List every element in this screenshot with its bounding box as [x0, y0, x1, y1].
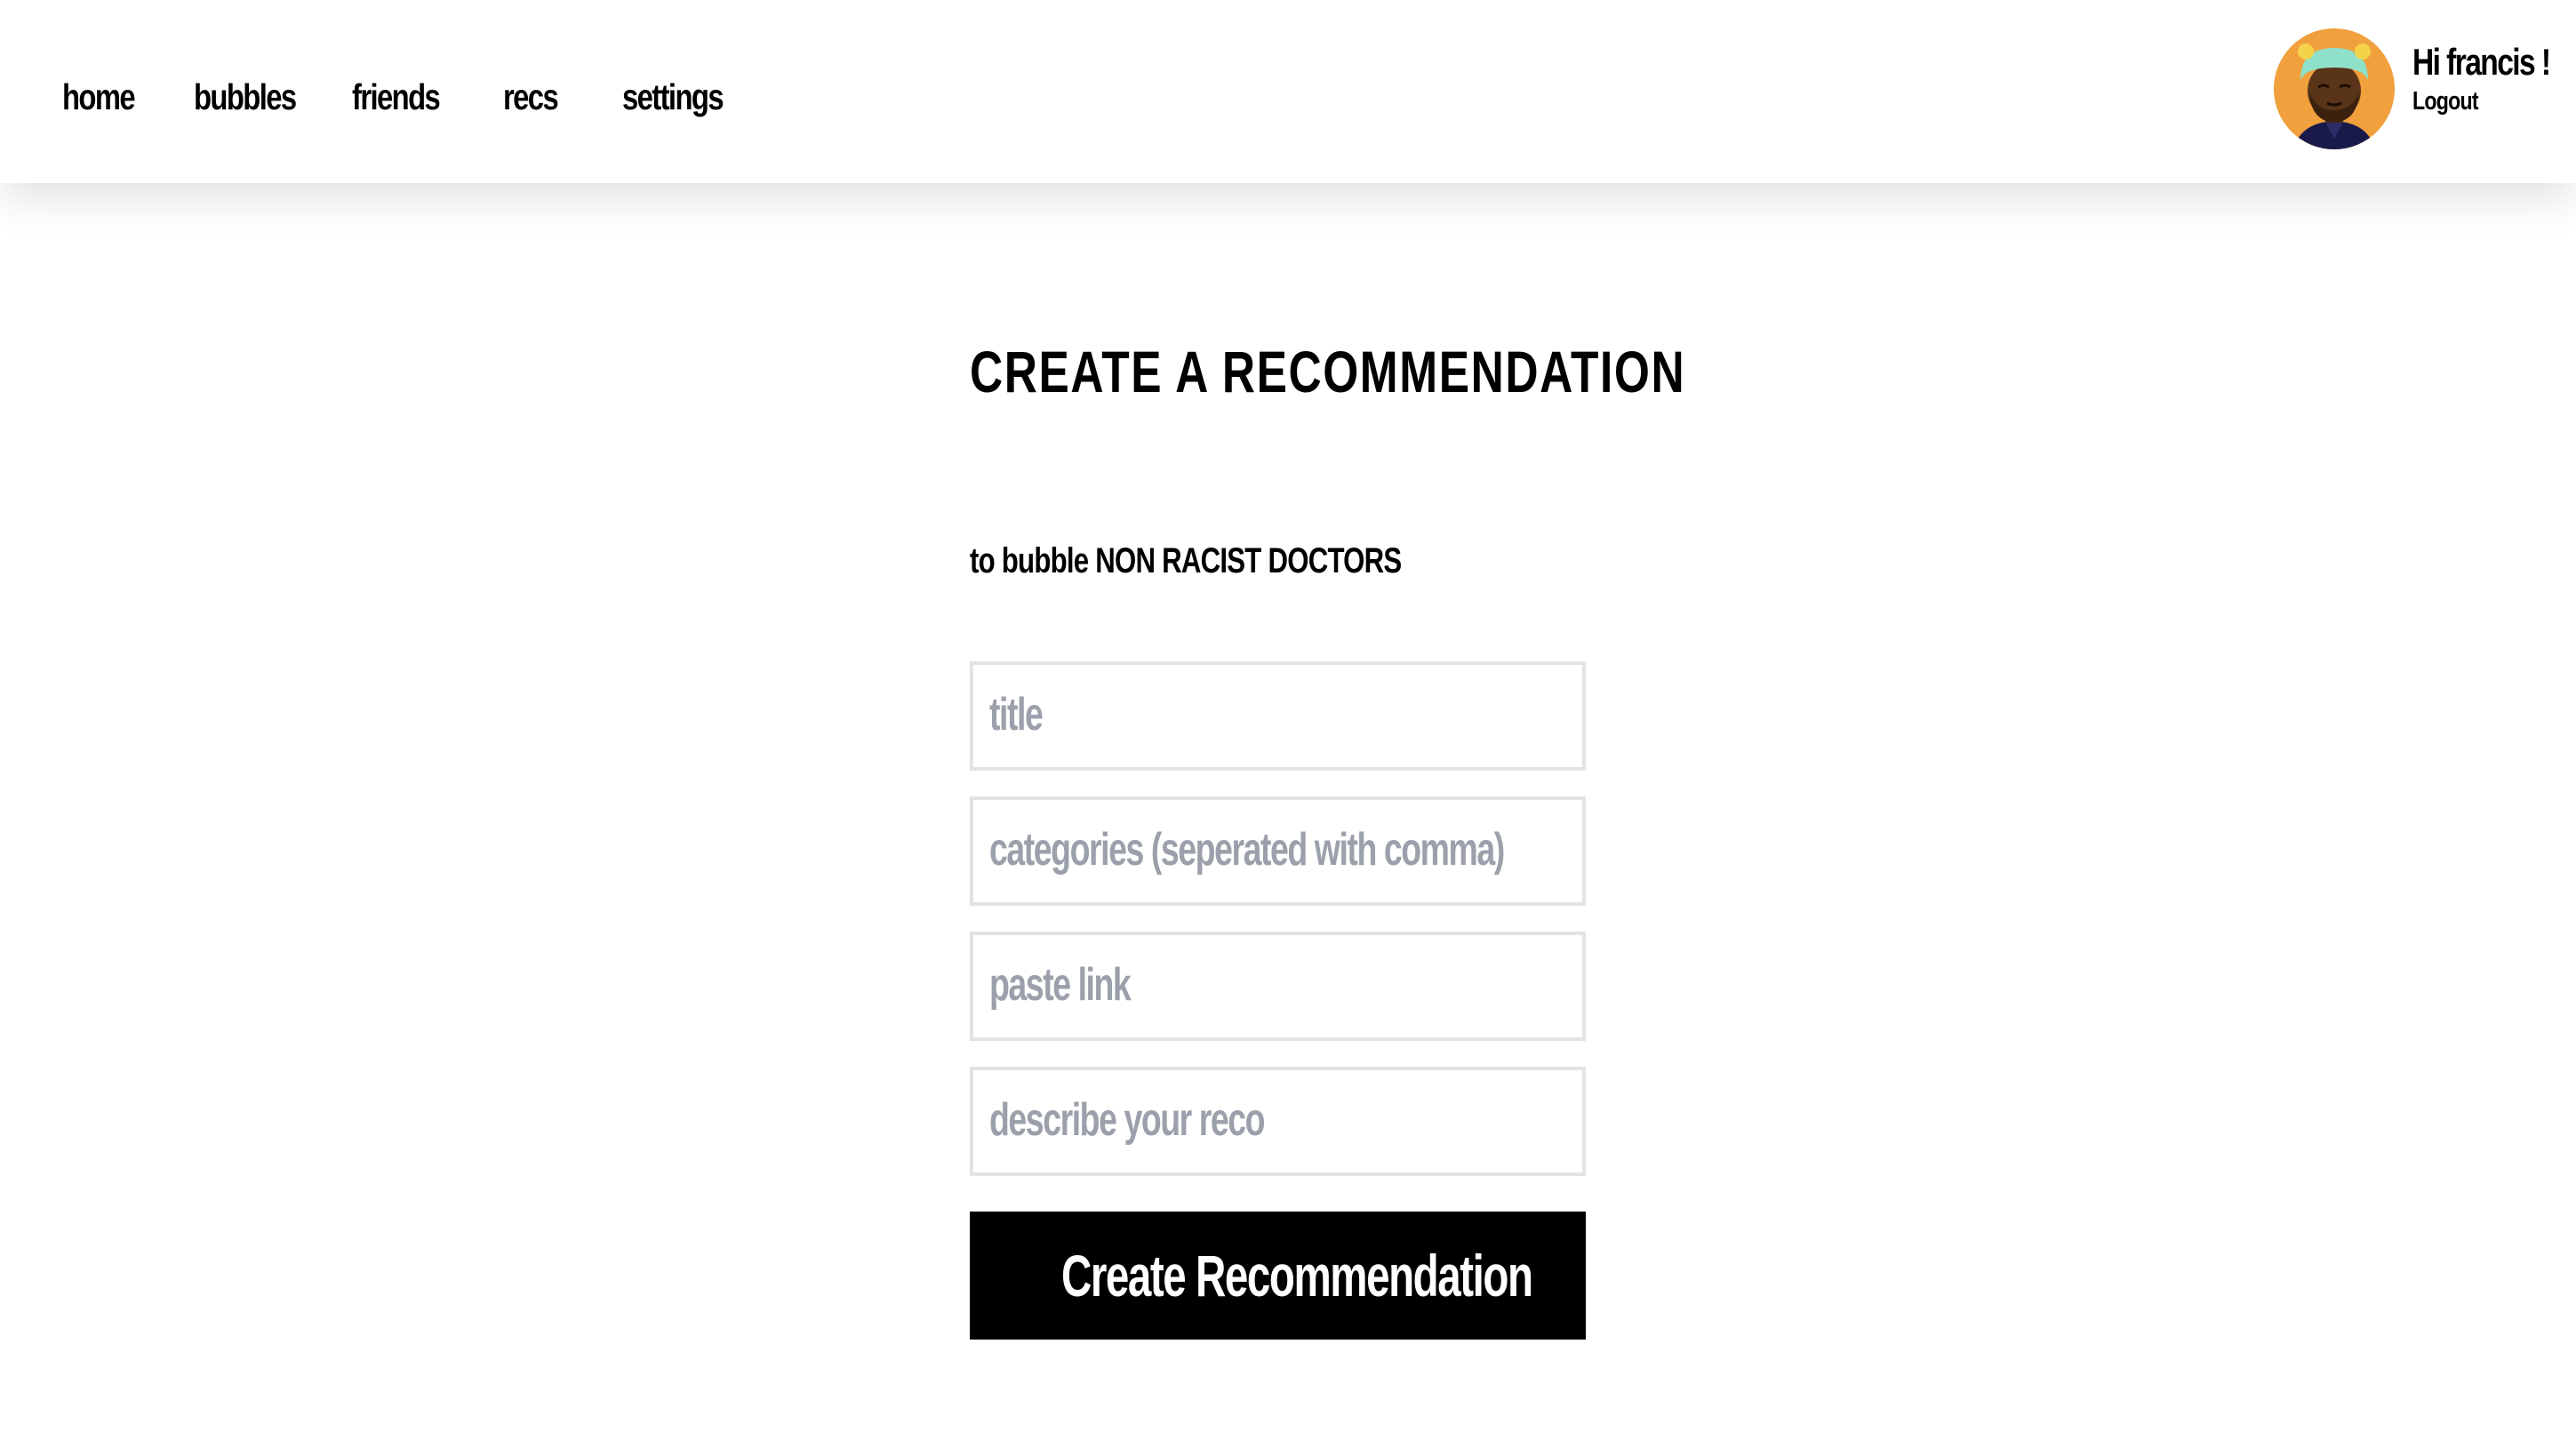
nav-link-friends[interactable]: friends — [352, 76, 470, 118]
link-input[interactable] — [970, 932, 1586, 1041]
create-recommendation-button[interactable]: Create Recommendation — [970, 1212, 1586, 1340]
user-text: Hi francis ! Logout — [2412, 28, 2551, 119]
nav-link-settings[interactable]: settings — [622, 76, 724, 118]
nav-link-recs[interactable]: recs — [503, 76, 596, 118]
user-panel: Hi francis ! Logout — [2274, 28, 2551, 153]
title-input[interactable] — [970, 661, 1586, 771]
categories-field-wrap: categories (seperated with comma) — [970, 796, 1586, 906]
description-input[interactable] — [970, 1067, 1586, 1176]
nav-link-home[interactable]: home — [62, 76, 164, 118]
avatar[interactable] — [2274, 28, 2395, 149]
top-header: home bubbles friends recs settings Hi fr… — [0, 0, 2576, 183]
main-nav: home bubbles friends recs settings — [62, 76, 750, 118]
logout-link[interactable]: Logout — [2412, 84, 2517, 119]
description-field-wrap: describe your reco — [970, 1067, 1586, 1176]
page-title: CREATE A RECOMMENDATION — [970, 339, 1686, 404]
avatar-portrait-icon — [2274, 28, 2395, 149]
user-greeting: Hi francis ! — [2412, 41, 2551, 83]
link-field-wrap: paste link — [970, 932, 1586, 1041]
main-content: CREATE A RECOMMENDATION to bubble NON RA… — [970, 267, 1686, 1340]
create-recommendation-label: Create Recommendation — [1060, 1243, 1533, 1308]
title-field-wrap: title — [970, 661, 1586, 771]
recommendation-form: title categories (seperated with comma) … — [970, 661, 1586, 1340]
categories-input[interactable] — [970, 796, 1586, 906]
nav-link-bubbles[interactable]: bubbles — [194, 76, 317, 118]
bubble-subtitle: to bubble NON RACIST DOCTORS — [970, 541, 1402, 580]
